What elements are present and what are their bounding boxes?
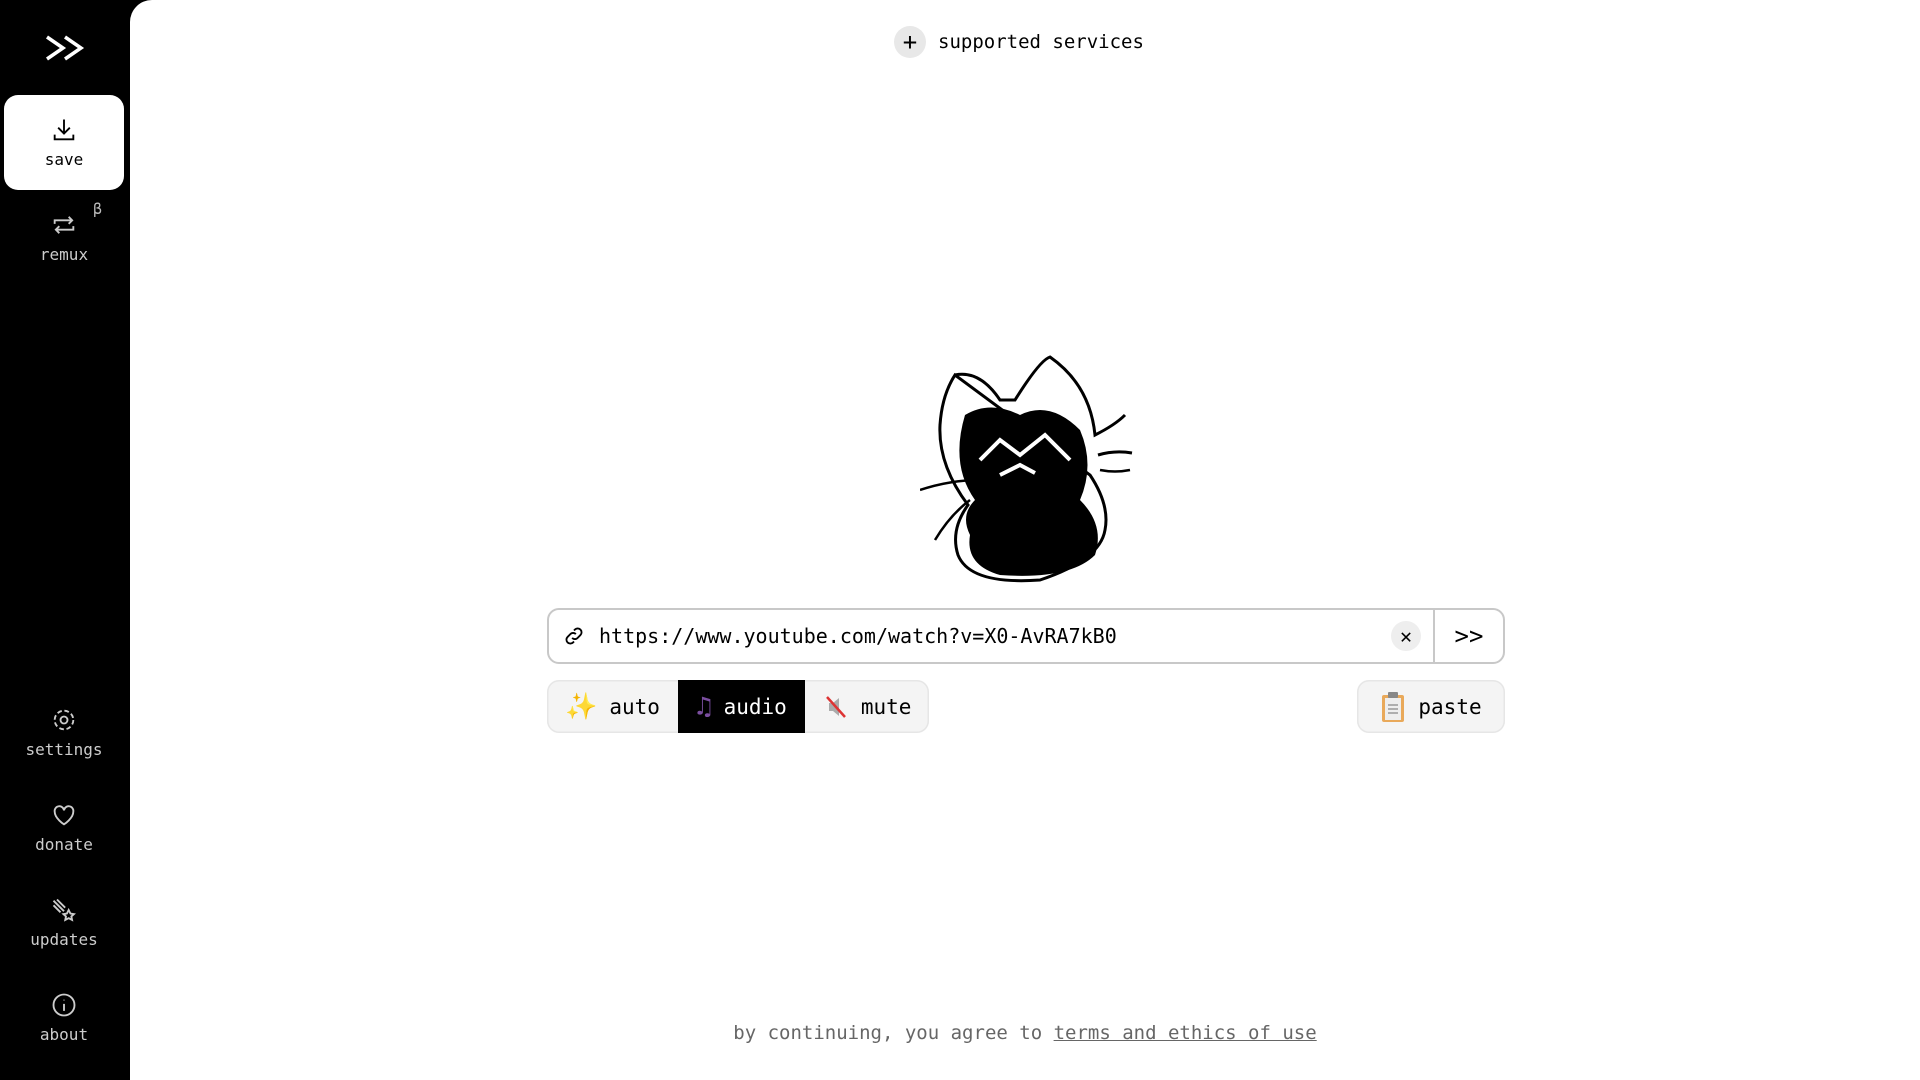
sidebar-item-updates[interactable]: updates (4, 875, 124, 970)
sidebar-item-label: save (44, 150, 84, 169)
download-icon (53, 119, 75, 141)
info-icon (52, 993, 76, 1017)
mode-label: mute (860, 694, 912, 719)
url-input-bar: ✕ >> (547, 608, 1505, 664)
sparkle-star-icon (52, 898, 76, 922)
link-icon (549, 625, 599, 647)
sidebar-item-remux[interactable]: β remux (4, 190, 124, 285)
sidebar-item-about[interactable]: about (4, 970, 124, 1065)
gear-icon (53, 709, 75, 731)
sparkles-icon: ✨ (565, 691, 598, 722)
sidebar-item-label: about (39, 1025, 89, 1044)
clear-input-button[interactable]: ✕ (1391, 621, 1421, 651)
sidebar-item-label: donate (35, 835, 93, 854)
url-input[interactable] (599, 624, 1391, 648)
mode-auto-button[interactable]: ✨ auto (547, 680, 678, 733)
supported-services-button[interactable]: + supported services (894, 26, 1144, 58)
cat-mascot-icon (920, 355, 1133, 583)
paste-label: paste (1418, 694, 1482, 719)
sidebar-item-donate[interactable]: donate (4, 780, 124, 875)
music-notes-icon: ♫ (695, 691, 712, 722)
mode-audio-button[interactable]: ♫ audio (677, 680, 805, 733)
sidebar: save β remux settings donate updates abo… (0, 0, 130, 1080)
main-panel: + supported services ✕ >> ✨ auto ♫ audio… (130, 0, 1920, 1080)
clipboard-icon (1382, 691, 1405, 722)
sidebar-item-save[interactable]: save (4, 95, 124, 190)
beta-badge: β (92, 200, 102, 218)
mode-label: audio (723, 694, 787, 719)
heart-icon (53, 805, 75, 826)
terms-footer: by continuing, you agree to terms and et… (130, 1022, 1920, 1044)
paste-button[interactable]: paste (1357, 680, 1505, 733)
sidebar-item-label: remux (39, 245, 89, 264)
footer-text: by continuing, you agree to (733, 1022, 1043, 1044)
mode-label: auto (609, 694, 660, 719)
logo-icon[interactable] (40, 28, 90, 68)
muted-speaker-icon (825, 695, 846, 718)
supported-services-label: supported services (938, 31, 1144, 53)
plus-icon: + (894, 26, 926, 58)
sidebar-item-label: updates (30, 930, 98, 949)
sidebar-item-settings[interactable]: settings (4, 685, 124, 780)
sidebar-item-label: settings (25, 740, 103, 759)
download-go-button[interactable]: >> (1433, 610, 1503, 662)
terms-link[interactable]: terms and ethics of use (1054, 1022, 1317, 1044)
mode-mute-button[interactable]: mute (805, 680, 930, 733)
repeat-icon (53, 216, 75, 234)
download-mode-switcher: ✨ auto ♫ audio mute (547, 680, 930, 733)
